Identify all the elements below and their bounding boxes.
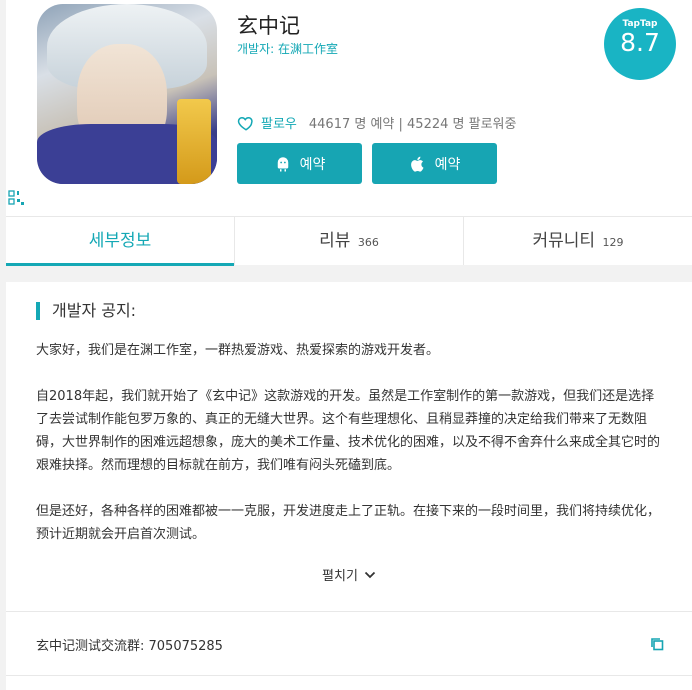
tab-details-label: 세부정보 xyxy=(88,231,152,251)
heart-icon[interactable] xyxy=(237,114,255,132)
reserve-android-label: 예약 xyxy=(299,156,326,173)
tab-reviews-label: 리뷰 xyxy=(319,231,351,251)
reserve-android-button[interactable]: 예약 xyxy=(237,143,362,184)
app-icon-image xyxy=(37,4,217,184)
notice-body: 大家好，我们是在渊工作室，一群热爱游戏、热爱探索的游戏开发者。 自2018年起，… xyxy=(36,339,666,569)
android-icon xyxy=(277,156,288,171)
details-panel: 개발자 공지: 大家好，我们是在渊工作室，一群热爱游戏、热爱探索的游戏开发者。 … xyxy=(6,282,692,690)
rating-score: 8.7 xyxy=(620,28,660,57)
tab-community-count: 129 xyxy=(602,236,624,249)
rating-badge: TapTap 8.7 xyxy=(604,8,676,80)
chevron-down-icon xyxy=(364,571,376,578)
reserve-ios-button[interactable]: 예약 xyxy=(372,143,497,184)
developer-link[interactable]: 개발자: 在渊工作室 xyxy=(237,40,338,57)
notice-heading: 개발자 공지: xyxy=(36,302,136,320)
copy-icon[interactable] xyxy=(650,637,664,651)
expand-label: 펼치기 xyxy=(322,569,358,584)
expand-button[interactable]: 펼치기 xyxy=(6,565,692,584)
follow-stats: 44617 명 예약 | 45224 명 팔로워중 xyxy=(308,117,517,132)
app-title: 玄中记 xyxy=(237,14,300,38)
tab-reviews[interactable]: 리뷰 366 xyxy=(235,217,464,265)
divider xyxy=(6,675,692,676)
notice-paragraph: 自2018年起，我们就开始了《玄中记》这款游戏的开发。虽然是工作室制作的第一款游… xyxy=(36,389,661,473)
app-header: 玄中记 개발자: 在渊工作室 TapTap 8.7 팔로우 44617 명 예약… xyxy=(6,0,692,266)
tab-community-label: 커뮤니티 xyxy=(532,231,596,251)
qr-code-icon[interactable] xyxy=(8,190,26,206)
notice-paragraph: 但是还好，各种各样的困难都被一一克服，开发进度走上了正轨。在接下来的一段时间里，… xyxy=(36,504,661,542)
apple-icon xyxy=(410,156,424,172)
notice-paragraph: 大家好，我们是在渊工作室，一群热爱游戏、热爱探索的游戏开发者。 xyxy=(36,343,440,358)
tab-details[interactable]: 세부정보 xyxy=(6,217,235,266)
test-group-info: 玄中记测试交流群: 705075285 xyxy=(36,639,223,654)
divider xyxy=(6,611,692,612)
follow-row: 팔로우 44617 명 예약 | 45224 명 팔로워중 xyxy=(237,113,516,132)
reserve-ios-label: 예약 xyxy=(434,156,461,173)
tab-community[interactable]: 커뮤니티 129 xyxy=(464,217,692,265)
follow-button[interactable]: 팔로우 xyxy=(261,113,297,132)
tab-reviews-count: 366 xyxy=(357,236,379,249)
tab-bar: 세부정보 리뷰 366 커뮤니티 129 xyxy=(6,216,692,266)
